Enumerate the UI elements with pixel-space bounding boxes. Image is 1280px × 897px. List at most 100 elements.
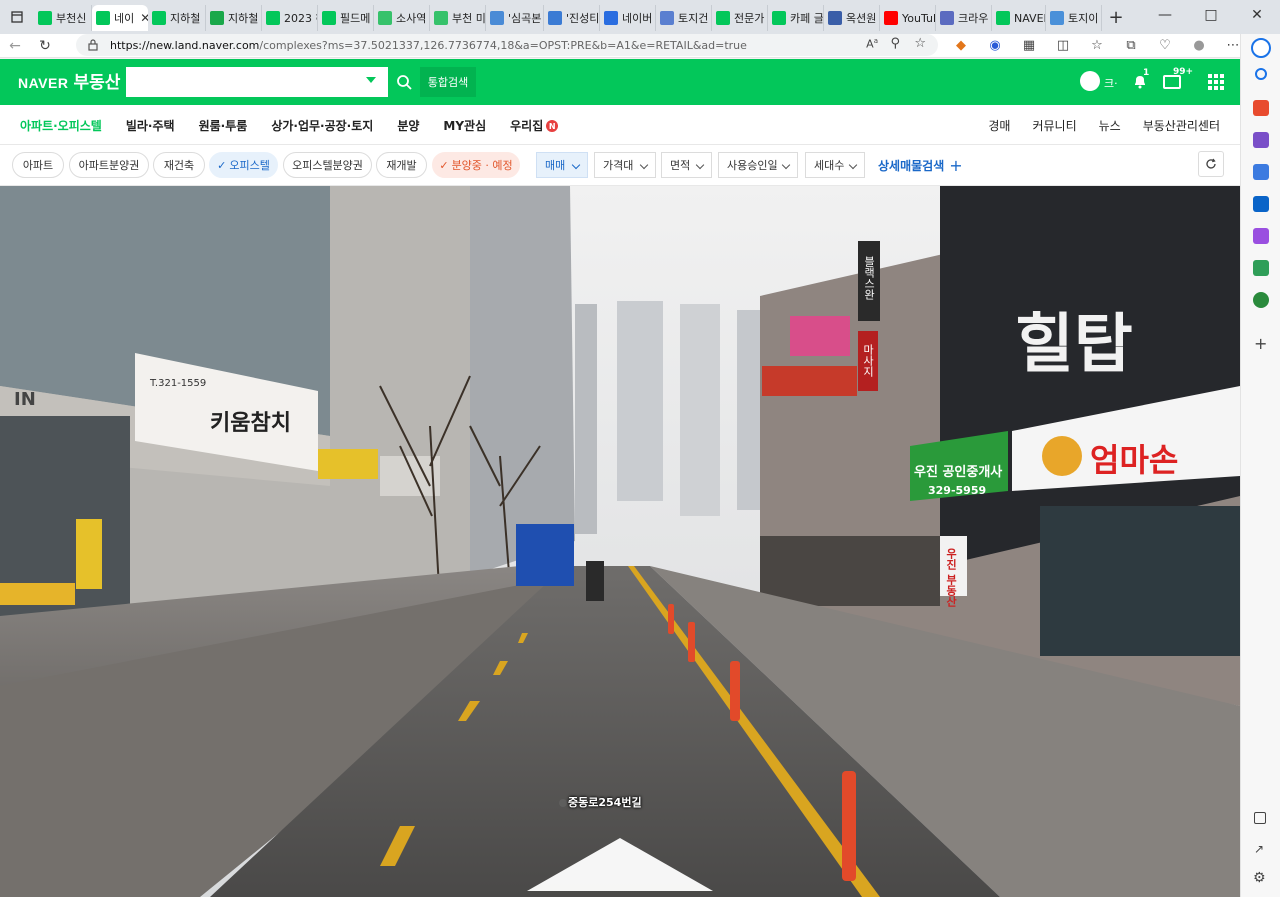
nav-apartment-officetel[interactable]: 아파트·오피스텔: [20, 117, 102, 134]
close-tab-icon[interactable]: ✕: [140, 11, 148, 25]
nav-presale[interactable]: 분양: [397, 117, 419, 134]
outlook-icon[interactable]: [1253, 196, 1269, 212]
browser-tab[interactable]: 필드메: [318, 5, 374, 31]
browser-tab[interactable]: 크라우: [936, 5, 992, 31]
browser-tab[interactable]: '심곡본: [486, 5, 544, 31]
favorite-star-icon[interactable]: ☆: [914, 36, 926, 51]
toolbar-right-icons: ◆ ◉ ▦ ◫ ☆ ⧉ ♡ ● ⋯: [944, 34, 1250, 56]
select-trade-type[interactable]: 매매: [536, 152, 588, 178]
search-dropdown-icon[interactable]: [366, 77, 376, 83]
extension-circle-icon[interactable]: ◉: [978, 38, 1012, 53]
refresh-icon[interactable]: ↻: [30, 38, 60, 54]
street-view-panorama[interactable]: 키움참치 T.321-1559 IN 힐탑 엄마손 우진 공인중개사 329-5…: [0, 186, 1240, 897]
user-name[interactable]: 크·: [1104, 75, 1118, 91]
search-icon[interactable]: [1255, 68, 1267, 80]
sidebar-settings-icon[interactable]: ⚙: [1253, 870, 1266, 886]
chip-officetel[interactable]: ✓ 오피스텔: [209, 152, 278, 178]
chip-presale-upcoming[interactable]: ✓ 분양중 · 예정: [432, 152, 520, 178]
chip-redevelopment[interactable]: 재개발: [376, 152, 427, 178]
filter-bar: 아파트 아파트분양권 재건축 ✓ 오피스텔 오피스텔분양권 재개발 ✓ 분양중 · …: [0, 145, 1240, 186]
url-text: https://new.land.naver.com/complexes?ms=…: [110, 38, 747, 52]
detail-search-button[interactable]: 상세매물검색 +: [878, 152, 963, 178]
chevron-down-icon: [848, 160, 858, 170]
collections-icon[interactable]: ⧉: [1114, 38, 1148, 53]
tab-label: '심곡본: [508, 12, 542, 25]
profile-avatar-icon[interactable]: ●: [1182, 38, 1216, 53]
nav-oneroom-tworoom[interactable]: 원룸·투룸: [199, 117, 248, 134]
open-external-icon[interactable]: ↗: [1254, 842, 1264, 856]
minimize-icon[interactable]: —: [1142, 0, 1188, 30]
browser-tab[interactable]: 전문가: [712, 5, 768, 31]
tab-actions-icon[interactable]: [0, 0, 34, 34]
refresh-icon: [1206, 158, 1216, 169]
browser-tab[interactable]: 2023 하: [262, 5, 318, 31]
browser-tab[interactable]: 지하철: [148, 5, 206, 31]
chip-apartment[interactable]: 아파트: [12, 152, 64, 178]
browser-tab[interactable]: 네이 ✕: [92, 5, 148, 31]
integrated-search-button[interactable]: 통합검색: [420, 67, 476, 97]
address-bar[interactable]: https://new.land.naver.com/complexes?ms=…: [76, 34, 938, 56]
drop-icon[interactable]: [1253, 260, 1269, 276]
window-controls: — □ ✕: [1142, 0, 1280, 30]
browser-tab[interactable]: 소사역: [374, 5, 430, 31]
browser-tab[interactable]: '진성티: [544, 5, 600, 31]
read-aloud-icon[interactable]: Aa: [866, 37, 878, 51]
naver-search-icon: [490, 11, 504, 25]
split-screen-icon[interactable]: ◫: [1046, 38, 1080, 53]
select-area[interactable]: 면적: [661, 152, 712, 178]
shopping-icon[interactable]: [1253, 100, 1269, 116]
chip-apartment-presale-right[interactable]: 아파트분양권: [69, 152, 149, 178]
tree-icon[interactable]: [1253, 292, 1269, 308]
browser-essentials-icon[interactable]: ♡: [1148, 38, 1182, 53]
mail-icon[interactable]: [1163, 75, 1181, 89]
browser-tab[interactable]: 카페 글: [768, 5, 824, 31]
browser-tab[interactable]: 부천신: [34, 5, 92, 31]
nav-auction[interactable]: 경매: [988, 117, 1010, 134]
metamask-extension-icon[interactable]: ◆: [944, 38, 978, 53]
zoom-icon[interactable]: ⚲: [890, 36, 900, 51]
search-button[interactable]: [390, 67, 418, 97]
chevron-down-icon: [571, 160, 581, 170]
maximize-icon[interactable]: □: [1188, 0, 1234, 30]
sign-eommason: 엄마손: [1090, 441, 1178, 479]
nav-my-interest[interactable]: MY관심: [443, 117, 486, 134]
designer-icon[interactable]: [1253, 228, 1269, 244]
select-trade-type-label: 매매: [545, 159, 566, 172]
search-input[interactable]: [126, 67, 388, 97]
close-window-icon[interactable]: ✕: [1234, 0, 1280, 30]
sidebar-layout-icon[interactable]: [1254, 812, 1266, 824]
nav-my-home[interactable]: 우리집 N: [510, 117, 559, 134]
nav-villa-house[interactable]: 빌라·주택: [126, 117, 175, 134]
favorites-icon[interactable]: ☆: [1080, 38, 1114, 53]
tools-icon[interactable]: [1253, 132, 1269, 148]
sign-kium: 키움참치: [210, 411, 291, 436]
nav-commercial-land[interactable]: 상가·업무·공장·토지: [271, 117, 373, 134]
avatar[interactable]: [1080, 71, 1100, 91]
nav-realtor-center[interactable]: 부동산관리센터: [1143, 117, 1220, 134]
chip-officetel-presale-right[interactable]: 오피스텔분양권: [283, 152, 372, 178]
nav-community[interactable]: 커뮤니티: [1032, 117, 1076, 134]
browser-tab[interactable]: NAVER: [992, 5, 1046, 31]
reset-filter-button[interactable]: [1198, 151, 1224, 177]
extensions-puzzle-icon[interactable]: ▦: [1012, 38, 1046, 53]
select-price[interactable]: 가격대: [594, 152, 656, 178]
browser-tab[interactable]: 옥션원: [824, 5, 880, 31]
chip-reconstruction[interactable]: 재건축: [153, 152, 205, 178]
youtube-icon: [884, 11, 898, 25]
browser-tab[interactable]: 부천 미: [430, 5, 486, 31]
browser-tab[interactable]: 토지이: [1046, 5, 1102, 31]
add-sidebar-icon[interactable]: +: [1254, 334, 1267, 353]
bing-copilot-icon[interactable]: [1251, 38, 1271, 58]
new-tab-button[interactable]: +: [1102, 7, 1130, 28]
select-households[interactable]: 세대수: [805, 152, 865, 178]
nav-news[interactable]: 뉴스: [1099, 117, 1121, 134]
browser-tab[interactable]: YouTub: [880, 5, 936, 31]
back-icon[interactable]: ←: [0, 38, 30, 54]
apps-grid-icon[interactable]: [1208, 74, 1224, 90]
browser-tab[interactable]: 토지건: [656, 5, 712, 31]
games-icon[interactable]: [1253, 164, 1269, 180]
browser-tab[interactable]: 지하철: [206, 5, 262, 31]
naver-realestate-logo[interactable]: NAVER 부동산: [18, 68, 120, 93]
browser-tab[interactable]: 네이버: [600, 5, 656, 31]
select-approval-date[interactable]: 사용승인일: [718, 152, 798, 178]
